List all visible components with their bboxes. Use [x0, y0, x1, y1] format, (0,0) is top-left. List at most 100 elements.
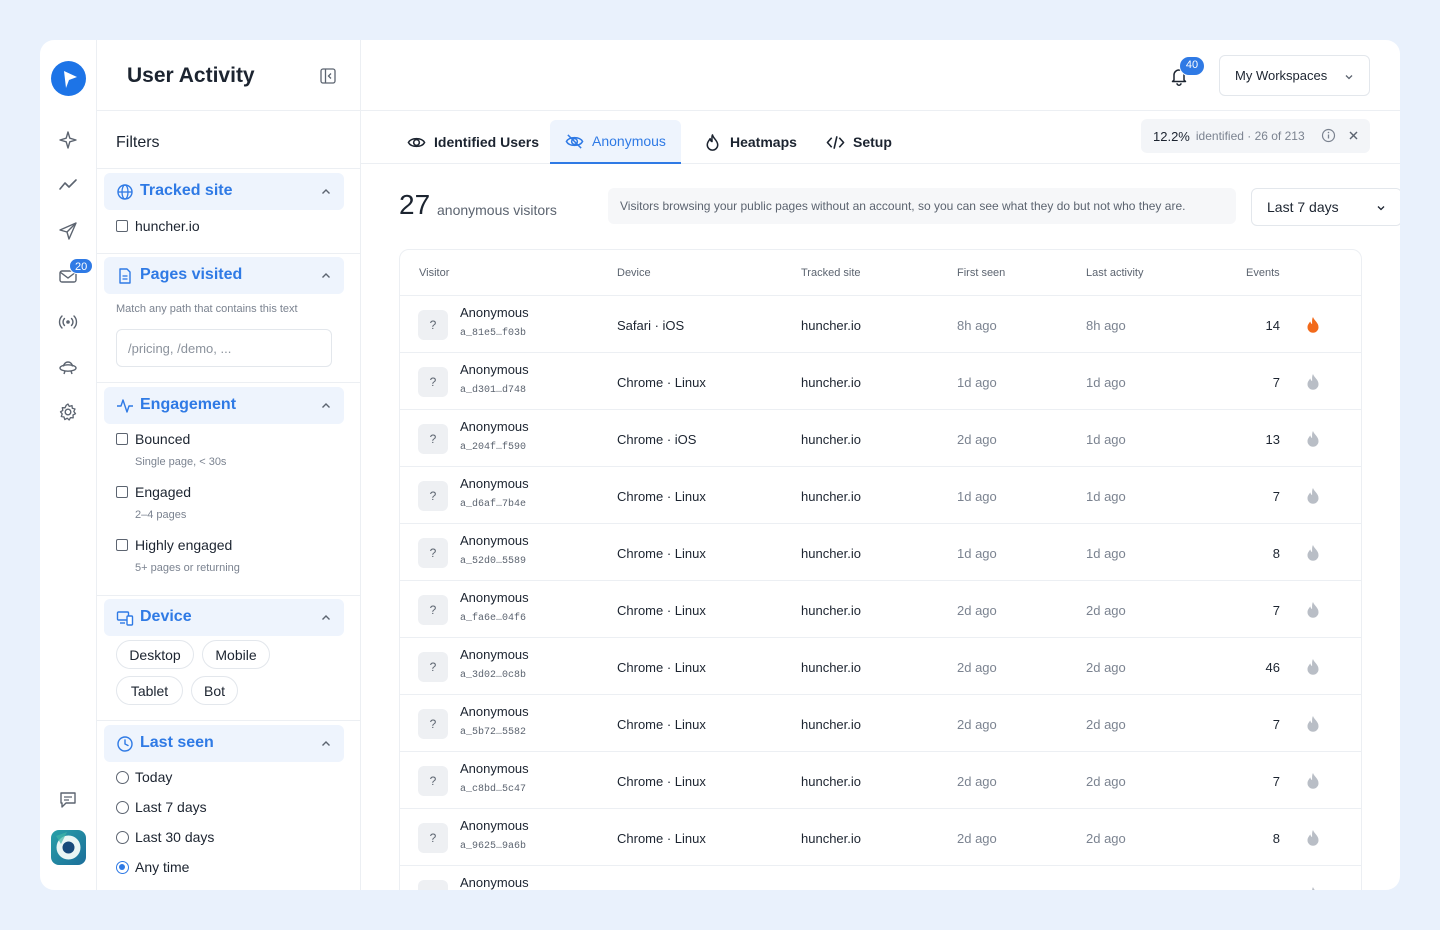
table-row[interactable]: ? Anonymous a_5b72…5582 Chrome · Linux h…	[400, 695, 1361, 752]
document-icon	[119, 268, 131, 284]
table-body: ? Anonymous a_81e5…f03b Safari · iOS hun…	[400, 296, 1361, 890]
visitor-name: Anonymous	[460, 704, 529, 719]
column-header[interactable]: Events	[1246, 267, 1280, 279]
tab-setup[interactable]: Setup	[811, 120, 907, 164]
table-row[interactable]: ? Anonymous Chrome · Linux huncher.io 2d…	[400, 866, 1361, 890]
unknown-avatar: ?	[418, 310, 448, 340]
events-cell: 46	[1265, 660, 1280, 675]
visitor-name: Anonymous	[460, 533, 529, 548]
flame-icon	[1307, 545, 1319, 561]
brand-logo[interactable]	[51, 61, 86, 96]
first-seen-cell: 2d ago	[957, 717, 997, 732]
sparkle-icon[interactable]	[57, 129, 79, 151]
info-icon[interactable]	[1321, 128, 1336, 143]
visitor-name: Anonymous	[460, 362, 529, 377]
section-pages-visited[interactable]: Pages visited	[104, 257, 344, 294]
section-title: Tracked site	[140, 182, 233, 199]
events-cell: 7	[1272, 375, 1280, 390]
chevron-up-icon	[322, 741, 330, 746]
last-activity-cell: 2d ago	[1086, 831, 1126, 846]
chip-desktop[interactable]: Desktop	[116, 640, 194, 669]
chevron-up-icon	[322, 273, 330, 278]
section-last-seen[interactable]: Last seen	[104, 725, 344, 762]
checkbox-huncher[interactable]	[116, 220, 128, 232]
column-header[interactable]: Visitor	[419, 267, 449, 279]
chip-tablet[interactable]: Tablet	[116, 676, 183, 705]
flame-icon	[1307, 488, 1319, 504]
user-avatar[interactable]	[51, 830, 86, 865]
unknown-avatar: ?	[418, 652, 448, 682]
table-row[interactable]: ? Anonymous a_c8bd…5c47 Chrome · Linux h…	[400, 752, 1361, 809]
radio-any-time[interactable]	[116, 861, 129, 874]
table-row[interactable]: ? Anonymous a_d301…d748 Chrome · Linux h…	[400, 353, 1361, 410]
path-filter-input[interactable]	[116, 329, 332, 367]
column-header[interactable]: Device	[617, 267, 651, 279]
gear-icon[interactable]	[57, 401, 79, 423]
table-row[interactable]: ? Anonymous a_204f…f590 Chrome · iOS hun…	[400, 410, 1361, 467]
close-icon[interactable]	[1347, 129, 1360, 142]
chip-bot[interactable]: Bot	[191, 676, 238, 705]
first-seen-cell: 1d ago	[957, 546, 997, 561]
radio-last-30-days[interactable]	[116, 831, 129, 844]
send-icon[interactable]	[57, 220, 79, 242]
section-tracked-site[interactable]: Tracked site	[104, 173, 344, 210]
tab-anonymous[interactable]: Anonymous	[550, 120, 681, 164]
trend-icon[interactable]	[57, 174, 79, 196]
workspace-switcher[interactable]: My Workspaces	[1219, 55, 1370, 96]
last-activity-cell: 2d ago	[1086, 603, 1126, 618]
column-header[interactable]: First seen	[957, 267, 1005, 279]
table-row[interactable]: ? Anonymous a_52d0…5589 Chrome · Linux h…	[400, 524, 1361, 581]
collapse-sidebar-icon[interactable]	[319, 67, 337, 85]
date-range-select[interactable]: Last 7 days	[1251, 188, 1400, 226]
events-cell: 13	[1265, 432, 1280, 447]
flame-icon	[1307, 431, 1319, 447]
option-label: Engaged	[135, 484, 192, 500]
flame-icon	[1312, 887, 1315, 890]
radio-last-7-days[interactable]	[116, 801, 129, 814]
divider	[97, 595, 361, 596]
events-cell: 7	[1272, 603, 1280, 618]
unknown-avatar: ?	[418, 823, 448, 853]
radio-today[interactable]	[116, 771, 129, 784]
unknown-avatar: ?	[418, 481, 448, 511]
tab-label: Anonymous	[592, 133, 666, 149]
chip-mobile[interactable]: Mobile	[202, 640, 270, 669]
checkbox-bounced[interactable]	[116, 433, 128, 445]
events-cell: 14	[1265, 318, 1280, 333]
section-engagement[interactable]: Engagement	[104, 387, 344, 424]
broadcast-icon[interactable]	[57, 311, 79, 333]
identified-detail: identified · 26 of 213	[1195, 129, 1305, 143]
first-seen-cell: 2d ago	[957, 888, 997, 890]
option-label: huncher.io	[135, 218, 200, 234]
first-seen-cell: 1d ago	[957, 375, 997, 390]
checkbox-engaged[interactable]	[116, 486, 128, 498]
ufo-icon[interactable]	[57, 356, 79, 378]
table-row[interactable]: ? Anonymous a_fa6e…04f6 Chrome · Linux h…	[400, 581, 1361, 638]
section-device[interactable]: Device	[104, 599, 344, 636]
visitor-name: Anonymous	[460, 419, 529, 434]
checkbox-highly-engaged[interactable]	[116, 539, 128, 551]
column-header[interactable]: Tracked site	[801, 267, 861, 279]
events-cell: 7	[1272, 717, 1280, 732]
flame-icon	[706, 133, 719, 151]
table-row[interactable]: ? Anonymous a_9625…9a6b Chrome · Linux h…	[400, 809, 1361, 866]
site-cell: huncher.io	[801, 432, 861, 447]
first-seen-cell: 2d ago	[957, 774, 997, 789]
device-cell: Chrome · Linux	[617, 546, 706, 561]
table-header: Visitor Device Tracked site First seen L…	[400, 250, 1361, 296]
site-cell: huncher.io	[801, 603, 861, 618]
table-row[interactable]: ? Anonymous a_3d02…0c8b Chrome · Linux h…	[400, 638, 1361, 695]
feedback-icon[interactable]	[57, 789, 79, 811]
tab-label: Identified Users	[434, 134, 540, 150]
column-header[interactable]: Last activity	[1086, 267, 1143, 279]
events-cell: 7	[1250, 888, 1280, 890]
flame-icon	[1307, 659, 1319, 675]
site-cell: huncher.io	[801, 489, 861, 504]
last-activity-cell: 1d ago	[1086, 546, 1126, 561]
table-row[interactable]: ? Anonymous a_81e5…f03b Safari · iOS hun…	[400, 296, 1361, 353]
visitor-id: a_5b72…5582	[460, 727, 527, 738]
table-row[interactable]: ? Anonymous a_d6af…7b4e Chrome · Linux h…	[400, 467, 1361, 524]
tab-identified-users[interactable]: Identified Users	[392, 120, 554, 164]
flame-icon	[1307, 317, 1319, 333]
tab-heatmaps[interactable]: Heatmaps	[688, 120, 812, 164]
